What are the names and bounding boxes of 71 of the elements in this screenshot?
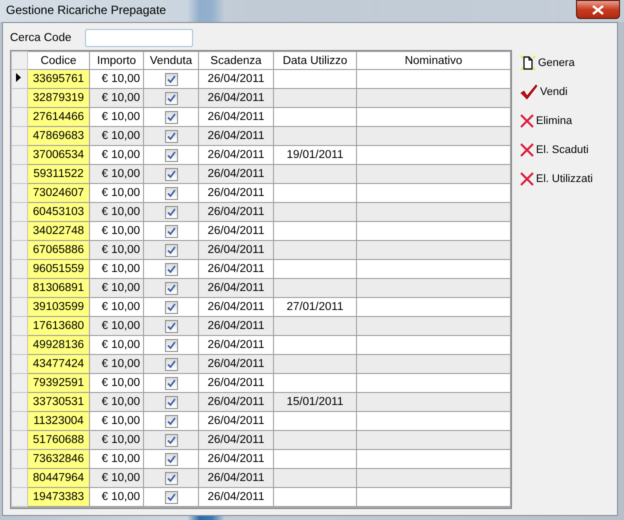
table-cell: 19473383 xyxy=(28,488,90,506)
column-header[interactable]: Venduta xyxy=(144,52,198,70)
table-cell: 43477424 xyxy=(28,354,90,374)
table-cell: 51760688 xyxy=(28,430,90,450)
table-cell: 81306891 xyxy=(28,278,90,298)
action-button[interactable]: El. Utilizzati xyxy=(520,169,593,189)
column-header[interactable]: Scadenza xyxy=(198,52,274,70)
close-icon xyxy=(592,4,604,14)
checkbox[interactable] xyxy=(164,72,178,86)
action-button[interactable]: Genera xyxy=(520,53,593,73)
checkbox[interactable] xyxy=(164,168,178,180)
checkbox[interactable] xyxy=(164,472,178,484)
table-cell: € 10,00 xyxy=(90,488,144,506)
table-cell: 37006534 xyxy=(28,146,90,164)
table-cell: 60453103 xyxy=(28,202,90,222)
checkbox[interactable] xyxy=(164,452,178,466)
table-cell: 73632846 xyxy=(28,450,90,468)
column-header[interactable]: Importo xyxy=(90,52,144,70)
table-cell: 11323004 xyxy=(28,412,90,430)
table-cell: 79392591 xyxy=(28,374,90,392)
checkbox[interactable] xyxy=(164,300,178,314)
table-cell: 80447964 xyxy=(28,468,90,488)
table-cell: 73024607 xyxy=(28,184,90,202)
action-button[interactable]: Vendi xyxy=(520,82,593,102)
table-cell: 17613680 xyxy=(28,316,90,336)
checkbox[interactable] xyxy=(164,414,178,428)
table-cell: 67065886 xyxy=(28,240,90,260)
checkbox[interactable] xyxy=(164,244,178,256)
action-button[interactable]: Elimina xyxy=(520,111,593,131)
table-cell: 34022748 xyxy=(28,222,90,240)
checkbox[interactable] xyxy=(164,376,178,390)
checkbox[interactable] xyxy=(164,206,178,218)
column-header[interactable]: Codice xyxy=(28,52,90,70)
table-cell: 26/04/2011 xyxy=(198,488,274,506)
table-cell: 59311522 xyxy=(28,164,90,184)
checkbox[interactable] xyxy=(164,490,178,504)
table-cell: 49928136 xyxy=(28,336,90,354)
checkbox[interactable] xyxy=(164,262,178,276)
new-document-icon xyxy=(520,55,536,71)
table-cell: 33695761 xyxy=(28,70,90,88)
checkbox[interactable] xyxy=(164,396,178,408)
checkbox[interactable] xyxy=(164,320,178,332)
table-cell: 33730531 xyxy=(28,392,90,412)
delete-x-icon xyxy=(520,114,534,128)
delete-x-icon xyxy=(520,172,534,186)
delete-x-icon xyxy=(520,143,534,157)
row-header[interactable] xyxy=(12,70,28,88)
checkbox[interactable] xyxy=(164,148,178,162)
close-button[interactable] xyxy=(576,0,620,19)
table-cell: 27614466 xyxy=(28,108,90,126)
column-header[interactable]: Nominativo xyxy=(356,52,510,70)
checkbox[interactable] xyxy=(164,282,178,294)
checkbox[interactable] xyxy=(164,92,178,104)
checkbox[interactable] xyxy=(164,186,178,200)
table-cell: 32879319 xyxy=(28,88,90,108)
search-field[interactable] xyxy=(85,29,194,47)
table-cell: 47869683 xyxy=(28,126,90,146)
table-cell: 96051559 xyxy=(28,260,90,278)
checkbox[interactable] xyxy=(164,130,178,142)
checkmark-icon xyxy=(520,84,538,100)
search-label: Cerca Code xyxy=(10,32,72,44)
checkbox[interactable] xyxy=(164,434,178,446)
column-header[interactable]: Data Utilizzo xyxy=(274,52,356,70)
action-button[interactable]: El. Scaduti xyxy=(520,140,593,160)
window-title: Gestione Ricariche Prepagate xyxy=(6,2,166,19)
checkbox[interactable] xyxy=(164,224,178,238)
table-cell: 39103599 xyxy=(28,298,90,316)
row-pointer-icon xyxy=(16,73,21,82)
checkbox[interactable] xyxy=(164,110,178,124)
checkbox[interactable] xyxy=(164,338,178,352)
checkbox[interactable] xyxy=(164,358,178,370)
